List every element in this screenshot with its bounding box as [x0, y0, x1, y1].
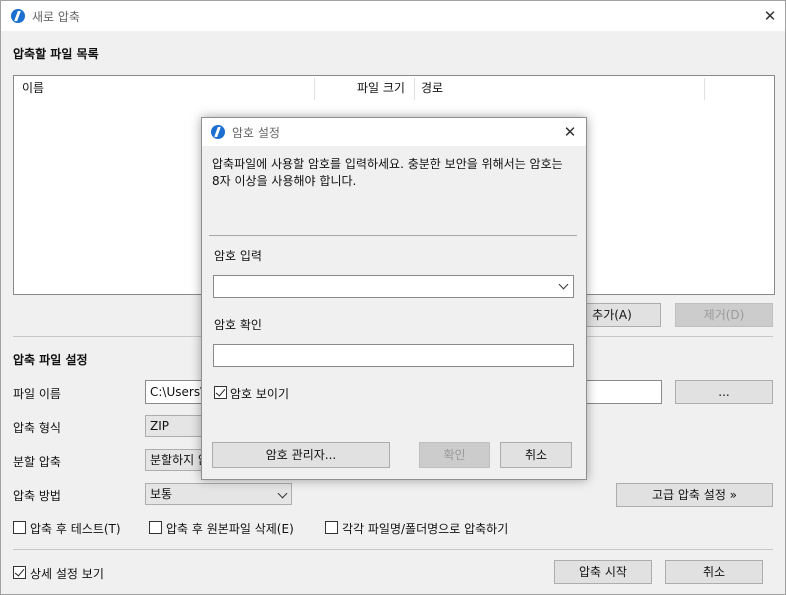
show-password-checkbox[interactable] [214, 386, 227, 399]
format-label: 압축 형식 [13, 421, 61, 435]
dialog-description: 압축파일에 사용할 암호를 입력하세요. 충분한 보안을 위해서는 암호는 8자… [212, 157, 563, 188]
password-input[interactable] [213, 275, 574, 298]
dialog-cancel-button[interactable]: 취소 [500, 442, 572, 468]
column-name[interactable]: 이름 [22, 76, 44, 100]
settings-section-title: 압축 파일 설정 [13, 353, 88, 367]
close-icon[interactable]: ✕ [763, 9, 777, 24]
column-separator [414, 78, 415, 100]
divider [209, 235, 577, 236]
delete-original-label[interactable]: 압축 후 원본파일 삭제(E) [166, 520, 294, 537]
column-size[interactable]: 파일 크기 [357, 76, 405, 100]
test-after-label[interactable]: 압축 후 테스트(T) [30, 520, 121, 537]
app-icon [211, 125, 225, 139]
ok-button[interactable]: 확인 [419, 442, 490, 468]
chevron-down-icon[interactable] [558, 279, 569, 290]
advanced-settings-button[interactable]: 고급 압축 설정 » [616, 483, 773, 507]
confirm-password-input[interactable] [213, 344, 574, 367]
method-value: 보통 [150, 487, 173, 501]
password-manager-button[interactable]: 암호 관리자... [212, 442, 390, 468]
password-dialog: 암호 설정 ✕ 압축파일에 사용할 암호를 입력하세요. 충분한 보안을 위해서… [201, 117, 587, 480]
dialog-title: 암호 설정 [232, 126, 280, 140]
filename-label: 파일 이름 [13, 387, 61, 401]
chevron-down-icon [277, 488, 288, 499]
each-file-checkbox[interactable] [325, 521, 338, 534]
show-password-label[interactable]: 암호 보이기 [230, 385, 289, 402]
window-title: 새로 압축 [32, 10, 80, 24]
confirm-label: 암호 확인 [214, 318, 262, 332]
start-compress-button[interactable]: 압축 시작 [554, 560, 652, 584]
test-after-checkbox[interactable] [13, 521, 26, 534]
title-bar: 새로 압축 ✕ [1, 1, 785, 31]
browse-button[interactable]: ... [675, 380, 773, 404]
cancel-button[interactable]: 취소 [665, 560, 763, 584]
method-label: 압축 방법 [13, 489, 61, 503]
detail-view-label[interactable]: 상세 설정 보기 [30, 565, 104, 582]
dialog-title-bar: 암호 설정 ✕ [202, 118, 586, 146]
column-separator [314, 78, 315, 100]
password-label: 암호 입력 [214, 249, 262, 263]
split-label: 분할 압축 [13, 455, 61, 469]
column-path[interactable]: 경로 [421, 76, 443, 100]
delete-original-checkbox[interactable] [149, 521, 162, 534]
close-icon[interactable]: ✕ [563, 125, 577, 140]
app-icon [11, 9, 25, 23]
remove-button[interactable]: 제거(D) [675, 303, 773, 327]
detail-view-checkbox[interactable] [13, 566, 26, 579]
column-separator [704, 78, 705, 100]
divider [13, 549, 773, 550]
file-list-section-title: 압축할 파일 목록 [13, 47, 99, 61]
method-select[interactable]: 보통 [145, 483, 292, 505]
each-file-label[interactable]: 각각 파일명/폴더명으로 압축하기 [342, 520, 508, 537]
format-value: ZIP [150, 419, 169, 433]
